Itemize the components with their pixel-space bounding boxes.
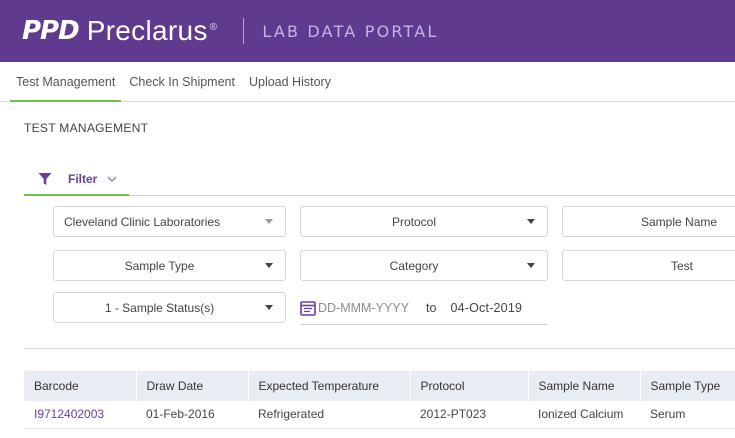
caret-down-icon xyxy=(265,305,273,310)
sample-name-select[interactable]: Sample Name xyxy=(562,206,735,237)
filter-toggle[interactable]: Filter xyxy=(24,164,130,196)
ppd-logo: PPD xyxy=(22,16,80,46)
protocol-select-value: Protocol xyxy=(391,214,437,229)
barcode-link[interactable]: I9712402003 xyxy=(24,401,136,429)
registered-mark: ® xyxy=(209,21,218,33)
lab-select[interactable]: Cleveland Clinic Laboratories xyxy=(53,206,286,237)
sample-status-select-value: 1 - Sample Status(s) xyxy=(104,300,215,315)
product-name-text: Preclarus xyxy=(86,15,208,46)
results-table: Barcode Draw Date Expected Temperature P… xyxy=(24,371,735,429)
chevron-down-icon xyxy=(107,176,117,183)
caret-down-icon xyxy=(265,263,273,268)
expected-temperature-cell: Refrigerated xyxy=(248,401,410,429)
date-range: to 04-Oct-2019 xyxy=(300,291,547,325)
caret-down-icon xyxy=(527,263,535,268)
sample-type-cell: Serum xyxy=(640,401,735,429)
lab-select-value: Cleveland Clinic Laboratories xyxy=(64,214,221,229)
tab-check-in-shipment[interactable]: Check In Shipment xyxy=(123,62,241,101)
column-header-barcode[interactable]: Barcode xyxy=(24,371,137,401)
filter-bar: Filter xyxy=(24,164,735,196)
product-name: Preclarus ® xyxy=(87,15,218,47)
portal-title: LAB DATA PORTAL xyxy=(262,21,439,41)
calendar-icon[interactable] xyxy=(300,300,316,316)
column-header-protocol[interactable]: Protocol xyxy=(410,371,529,401)
sample-name-cell: Ionized Calcium xyxy=(528,401,640,429)
caret-down-icon xyxy=(527,219,535,224)
tab-upload-history[interactable]: Upload History xyxy=(243,62,337,101)
category-select[interactable]: Category xyxy=(300,250,548,281)
table-row[interactable]: I9712402003 01-Feb-2016 Refrigerated 201… xyxy=(24,401,735,429)
sample-name-select-value: Sample Name xyxy=(641,214,718,229)
tab-test-management[interactable]: Test Management xyxy=(10,62,122,102)
column-header-draw-date[interactable]: Draw Date xyxy=(136,371,249,401)
draw-date-cell: 01-Feb-2016 xyxy=(136,401,248,429)
page-title: TEST MANAGEMENT xyxy=(24,121,149,135)
caret-down-icon xyxy=(265,219,273,224)
header-divider xyxy=(243,18,245,44)
protocol-select[interactable]: Protocol xyxy=(300,206,548,237)
table-header-row: Barcode Draw Date Expected Temperature P… xyxy=(24,371,735,401)
test-select-value: Test xyxy=(671,258,694,273)
filter-label: Filter xyxy=(68,172,98,186)
test-select[interactable]: Test xyxy=(562,250,735,281)
category-select-value: Category xyxy=(389,258,439,273)
protocol-cell: 2012-PT023 xyxy=(410,401,528,429)
date-to-label: to xyxy=(426,300,437,315)
column-header-sample-type[interactable]: Sample Type xyxy=(640,371,735,401)
app-header: PPD Preclarus ® LAB DATA PORTAL xyxy=(0,0,735,62)
date-to-value[interactable]: 04-Oct-2019 xyxy=(450,301,522,315)
sample-type-select[interactable]: Sample Type xyxy=(53,250,286,281)
column-header-expected-temperature[interactable]: Expected Temperature xyxy=(248,371,411,401)
main-nav: Test Management Check In Shipment Upload… xyxy=(0,62,735,102)
date-from-input[interactable] xyxy=(318,300,418,315)
column-header-sample-name[interactable]: Sample Name xyxy=(528,371,641,401)
funnel-icon xyxy=(38,173,52,185)
section-divider xyxy=(24,348,735,349)
sample-type-select-value: Sample Type xyxy=(124,258,195,273)
sample-status-select[interactable]: 1 - Sample Status(s) xyxy=(53,292,286,323)
